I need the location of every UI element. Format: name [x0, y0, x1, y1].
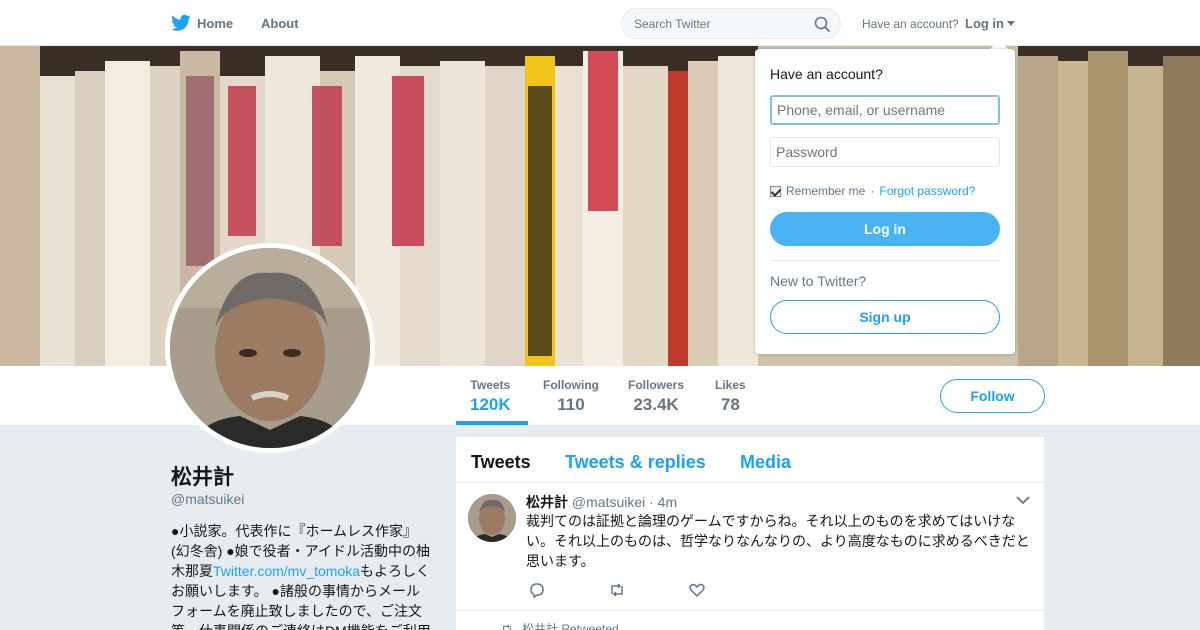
profile-handle: @matsuikei	[171, 491, 245, 507]
tweet-item[interactable]: 松井計 @matsuikei · 4m 裁判てのは証拠と論理のゲームですからね。…	[456, 483, 1044, 611]
caret-down-icon	[1007, 21, 1015, 26]
password-input[interactable]	[770, 137, 1000, 167]
stat-tweets[interactable]: Tweets 120K	[470, 378, 511, 415]
tweet-text: 裁判てのは証拠と論理のゲームですからね。それ以上のものを求めてはいけない。それ以…	[526, 513, 1030, 569]
login-link-label: Log in	[965, 16, 1004, 31]
tweet-time[interactable]: · 4m	[649, 494, 677, 510]
remember-row: Remember me · Forgot password?	[770, 184, 975, 198]
reply-icon[interactable]	[528, 581, 546, 599]
profile-name: 松井計	[171, 466, 234, 489]
retweeted-label: 松井計 Retweeted	[500, 620, 619, 630]
stat-likes[interactable]: Likes 78	[715, 378, 746, 415]
avatar-portrait-image	[170, 248, 370, 448]
stat-tweets-value: 120K	[470, 395, 511, 414]
stat-followers[interactable]: Followers 23.4K	[628, 378, 684, 415]
dropdown-title: Have an account?	[770, 66, 883, 82]
stat-tweets-label: Tweets	[470, 378, 511, 392]
tab-tweets-replies[interactable]: Tweets & replies	[565, 452, 706, 473]
search-box[interactable]: Search Twitter	[621, 8, 841, 39]
forgot-password-link[interactable]: Forgot password?	[879, 184, 975, 198]
tweet-header: 松井計 @matsuikei · 4m	[526, 492, 677, 512]
follow-button[interactable]: Follow	[940, 379, 1045, 413]
separator-dot: ·	[870, 184, 875, 198]
dropdown-arrow	[990, 40, 1008, 49]
nav-home-label: Home	[197, 15, 234, 31]
signup-button[interactable]: Sign up	[770, 300, 1000, 334]
twitter-bird-icon	[171, 14, 191, 31]
stat-followers-value: 23.4K	[633, 395, 679, 414]
tweet-author-name[interactable]: 松井計	[526, 494, 568, 510]
tab-tweets[interactable]: Tweets	[471, 452, 531, 473]
search-input[interactable]: Search Twitter	[634, 17, 710, 31]
top-nav: Home About Search Twitter Have an accoun…	[0, 0, 1200, 46]
nav-home[interactable]: Home	[171, 14, 233, 32]
nav-about[interactable]: About	[261, 16, 299, 31]
tweet-avatar[interactable]	[468, 494, 516, 542]
timeline: Tweets Tweets & replies Media 松井計 @matsu…	[456, 437, 1044, 630]
stat-following[interactable]: Following 110	[543, 378, 599, 415]
stat-likes-value: 78	[720, 395, 740, 414]
username-input[interactable]	[770, 95, 1000, 125]
bio-link[interactable]: Twitter.com/mv_tomoka	[213, 563, 360, 579]
profile-bio: ●小説家。代表作に『ホームレス作家』(幻冬舎) ●娘で役者・アイドル活動中の柚木…	[171, 521, 433, 630]
divider	[770, 260, 1000, 261]
retweeted-text: 松井計 Retweeted	[522, 622, 619, 630]
retweet-small-icon	[503, 624, 511, 630]
tweet-author-handle[interactable]: @matsuikei	[572, 494, 645, 510]
tweet-actions	[528, 581, 706, 599]
login-dropdown-toggle[interactable]: Log in	[965, 16, 1015, 31]
profile-avatar[interactable]	[165, 243, 375, 453]
avatar-photo	[170, 248, 370, 448]
have-account-text: Have an account?	[862, 17, 959, 31]
search-icon[interactable]	[814, 16, 830, 32]
login-button[interactable]: Log in	[770, 212, 1000, 246]
remember-checkbox[interactable]	[770, 185, 781, 197]
chevron-down-icon[interactable]	[1016, 495, 1030, 505]
stat-followers-label: Followers	[628, 378, 685, 392]
stat-following-label: Following	[543, 378, 599, 392]
new-to-twitter-text: New to Twitter?	[770, 273, 867, 289]
tab-media[interactable]: Media	[740, 452, 791, 473]
login-dropdown: Have an account? Remember me · Forgot pa…	[755, 49, 1015, 354]
stat-following-value: 110	[557, 395, 585, 414]
like-icon[interactable]	[688, 581, 706, 599]
tweet-avatar-image	[468, 494, 516, 542]
active-tab-indicator	[456, 421, 528, 425]
timeline-tabs: Tweets Tweets & replies Media	[456, 437, 1044, 483]
stat-likes-label: Likes	[715, 378, 746, 392]
remember-label[interactable]: Remember me	[786, 184, 865, 198]
retweet-icon[interactable]	[608, 581, 626, 599]
